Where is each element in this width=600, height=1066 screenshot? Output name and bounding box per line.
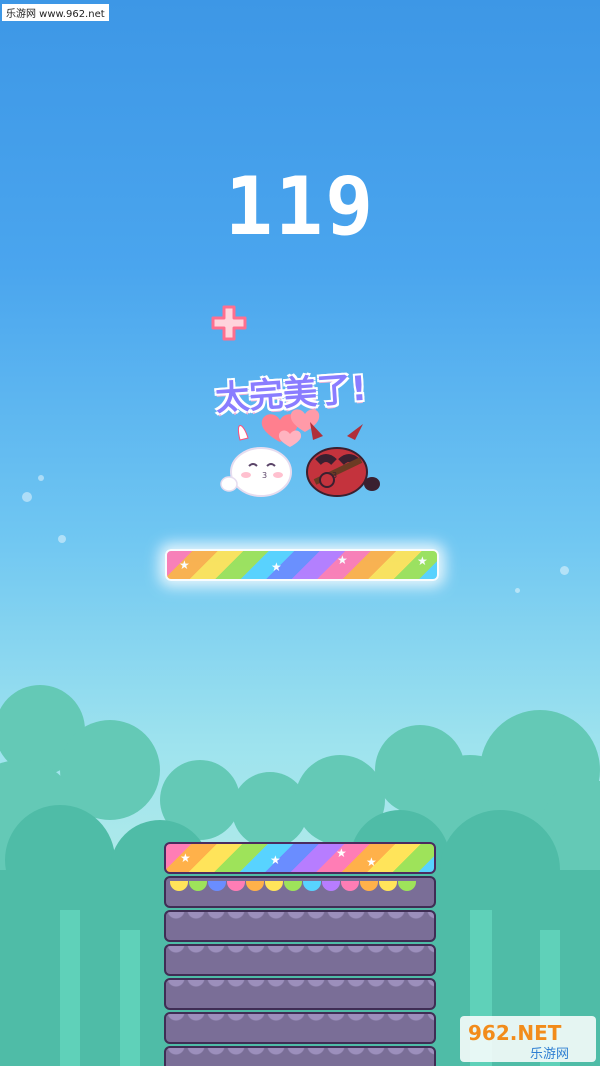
cake-layer — [164, 944, 436, 976]
frosting-drips — [170, 876, 430, 891]
svg-text:3: 3 — [332, 471, 337, 480]
star-icon: ★ — [270, 853, 281, 867]
bubble — [38, 475, 44, 481]
heart-icon — [261, 409, 320, 447]
star-icon: ★ — [179, 558, 190, 572]
star-icon: ★ — [336, 846, 347, 860]
bubble — [515, 588, 520, 593]
score-counter: 119 — [224, 160, 376, 253]
cake-layer — [164, 978, 436, 1010]
cake-layer — [164, 1046, 436, 1066]
cake-layer — [164, 1012, 436, 1044]
watermark-sub: 乐游网 — [530, 1047, 569, 1062]
plus-icon — [211, 305, 247, 341]
ninja-character: 3 — [306, 422, 380, 497]
watermark-logo: 962.NET 乐游网 — [460, 1016, 596, 1062]
watermark-brand: 962.NET — [468, 1021, 562, 1045]
characters: 3 3 — [220, 409, 380, 497]
star-icon: ★ — [366, 855, 377, 869]
cake-tower: ★ ★ ★ ★ — [164, 842, 436, 1066]
svg-text:3: 3 — [262, 471, 267, 480]
cake-layer — [164, 910, 436, 942]
star-icon: ★ — [180, 851, 191, 865]
star-icon: ★ — [337, 553, 348, 567]
watermark-top: 乐游网 www.962.net — [2, 4, 109, 21]
star-icon: ★ — [417, 554, 428, 568]
tower-top-rainbow-block: ★ ★ ★ ★ — [164, 842, 436, 874]
bubble — [22, 492, 32, 502]
falling-rainbow-block[interactable]: ★ ★ ★ ★ — [165, 549, 439, 581]
game-scene[interactable]: 乐游网 www.962.net 119 太完美了! 3 3 ★ ★ ★ ★ ★ … — [0, 0, 600, 1066]
bubble — [58, 535, 66, 543]
cake-layer — [164, 876, 436, 908]
bubble — [560, 566, 569, 575]
star-icon: ★ — [271, 560, 282, 574]
